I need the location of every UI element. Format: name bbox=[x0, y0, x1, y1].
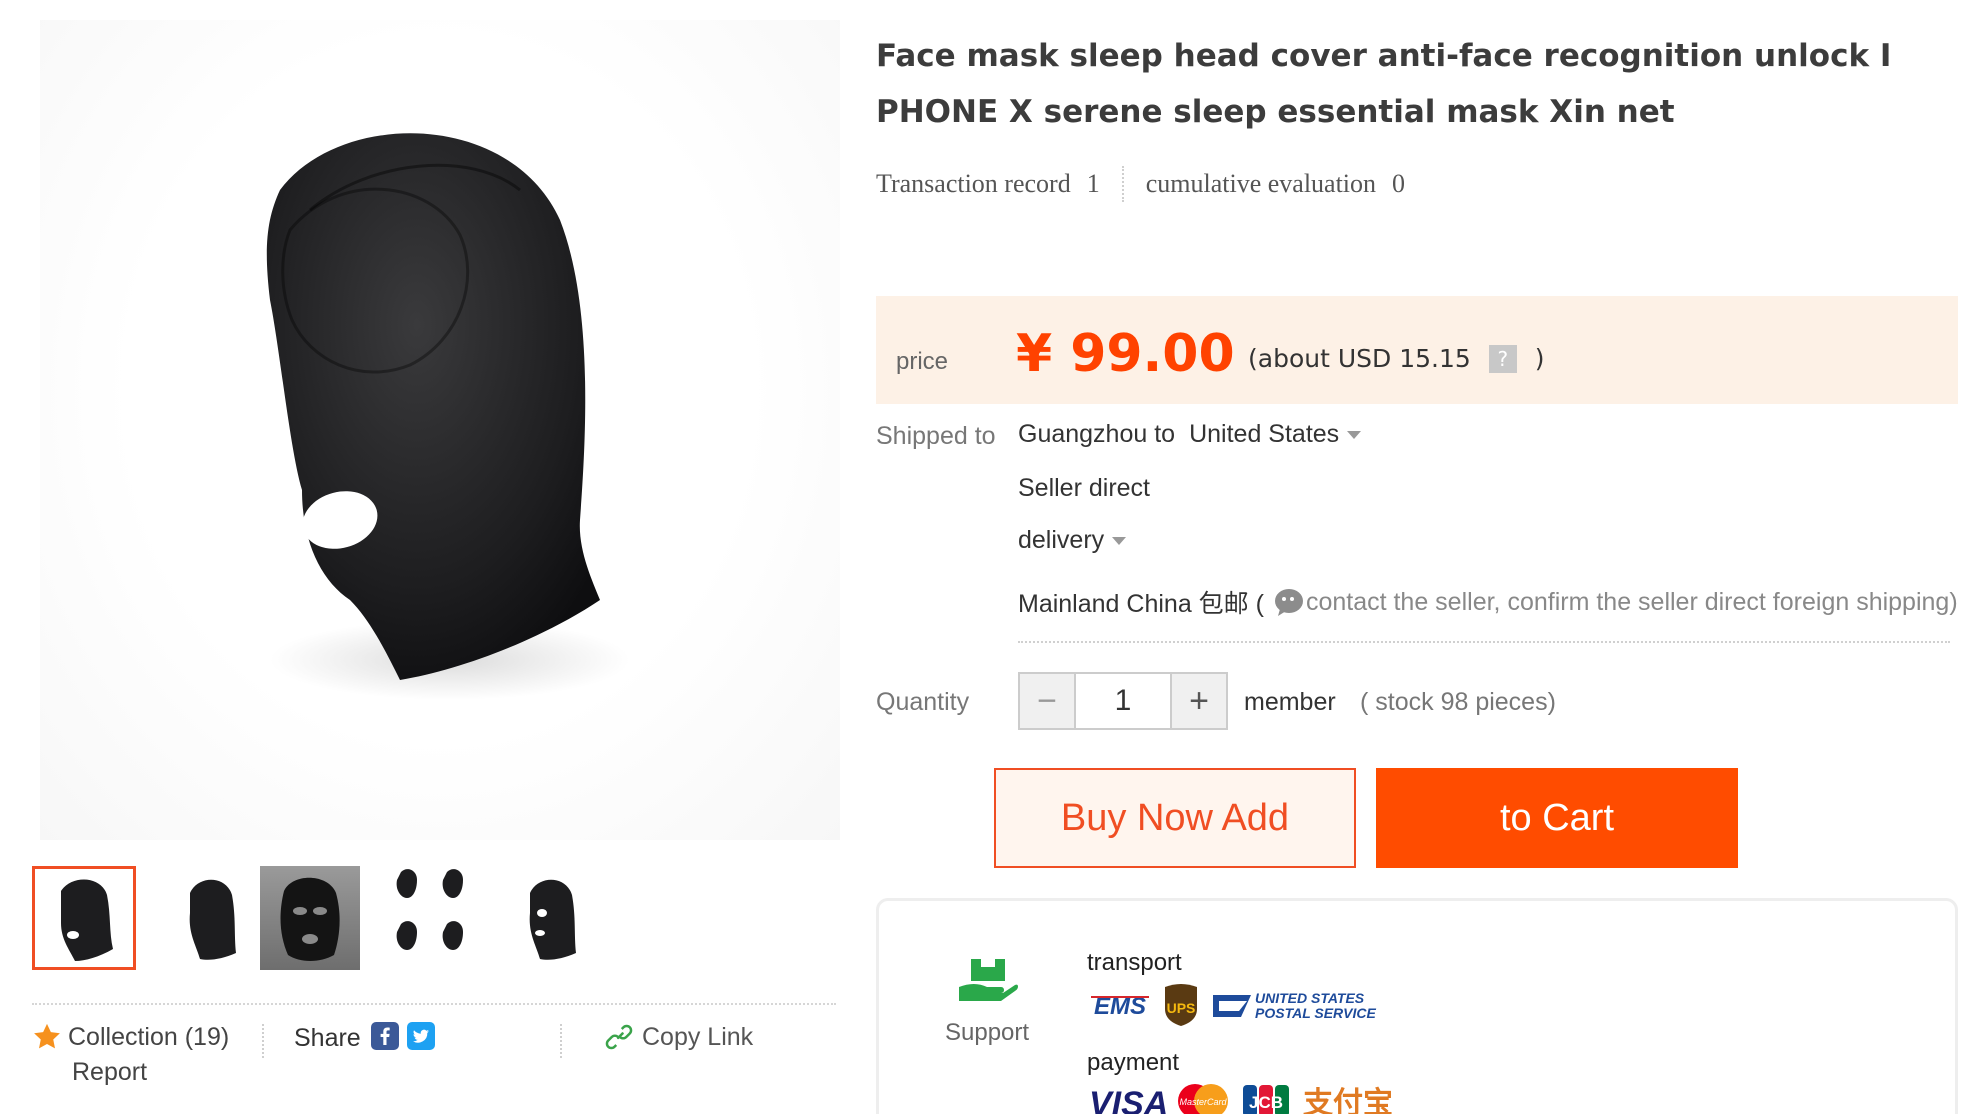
support-truck-icon bbox=[959, 959, 1018, 1001]
thumbnail-2[interactable] bbox=[158, 866, 262, 970]
shipped-to-label: Shipped to bbox=[876, 422, 996, 450]
facebook-icon[interactable] bbox=[370, 1022, 399, 1055]
shipping-origin: Guangzhou to bbox=[1018, 420, 1176, 448]
currency-symbol: ¥ bbox=[1016, 324, 1053, 384]
usd-conversion: (about USD 15.15 ? ) bbox=[1248, 344, 1545, 373]
visa-logo-icon: VISA bbox=[1089, 1085, 1168, 1114]
mask-thumb-icon bbox=[396, 869, 463, 950]
quantity-label: Quantity bbox=[876, 688, 970, 716]
transaction-count: 1 bbox=[1086, 169, 1100, 198]
share-label: Share bbox=[294, 1024, 361, 1052]
action-divider bbox=[560, 1024, 562, 1058]
transport-logos: EMS UPS UNITED STATES POSTAL SERVICE bbox=[1087, 983, 1401, 1027]
alipay-logo-icon: 支付宝 bbox=[1303, 1086, 1393, 1114]
price-amount: 99.00 bbox=[1070, 324, 1235, 384]
increment-button[interactable]: + bbox=[1172, 674, 1226, 728]
product-title: Face mask sleep head cover anti-face rec… bbox=[876, 38, 1892, 130]
usd-text: (about USD 15.15 bbox=[1248, 344, 1471, 373]
wechat-icon[interactable] bbox=[1274, 587, 1306, 617]
main-product-image[interactable] bbox=[40, 20, 840, 840]
product-stats: Transaction record 1 cumulative evaluati… bbox=[876, 166, 1405, 202]
delivery-label: delivery bbox=[1018, 526, 1105, 554]
stats-divider bbox=[1121, 166, 1124, 202]
usps-logo-line1: UNITED STATES bbox=[1255, 990, 1365, 1006]
mask-illustration bbox=[266, 133, 630, 700]
transport-title: transport bbox=[1087, 949, 1182, 976]
stock-info: ( stock 98 pieces) bbox=[1360, 688, 1556, 716]
help-icon[interactable]: ? bbox=[1488, 344, 1517, 373]
shipping-divider bbox=[1018, 641, 1950, 643]
quantity-input[interactable]: 1 bbox=[1074, 674, 1172, 728]
support-label: Support bbox=[945, 1019, 1030, 1046]
usps-logo-line2: POSTAL SERVICE bbox=[1255, 1005, 1377, 1021]
ups-logo-text: UPS bbox=[1167, 1000, 1196, 1016]
price-panel: price ¥99.00 (about USD 15.15 ? ) bbox=[876, 296, 1958, 404]
thumbnail-1[interactable] bbox=[32, 866, 136, 970]
report-label: Report bbox=[72, 1058, 148, 1086]
payment-logos: VISA MasterCard JCB 支付宝 bbox=[1087, 1081, 1401, 1114]
chevron-down-icon bbox=[1112, 536, 1127, 545]
payment-title: payment bbox=[1087, 1049, 1180, 1076]
transaction-label: Transaction record bbox=[876, 169, 1071, 198]
jcb-logo-icon: JCB bbox=[1243, 1085, 1289, 1114]
mastercard-logo-text: MasterCard bbox=[1179, 1097, 1227, 1107]
add-to-cart-button[interactable]: to Cart bbox=[1376, 768, 1738, 868]
chevron-down-icon bbox=[1347, 430, 1362, 439]
twitter-icon[interactable] bbox=[406, 1022, 435, 1055]
action-divider bbox=[262, 1024, 264, 1058]
usd-close: ) bbox=[1534, 344, 1545, 373]
shipping-region: Mainland China 包邮 ( contact the seller, … bbox=[1018, 584, 1958, 620]
link-icon bbox=[605, 1024, 633, 1050]
evaluation-count: 0 bbox=[1392, 169, 1406, 198]
collection-button[interactable]: Collection (19) bbox=[32, 1022, 229, 1052]
region-text: Mainland China 包邮 ( bbox=[1018, 590, 1264, 618]
buy-now-button[interactable]: Buy Now Add bbox=[994, 768, 1356, 868]
thumbnail-5[interactable] bbox=[500, 866, 604, 970]
usps-logo-icon: UNITED STATES POSTAL SERVICE bbox=[1213, 990, 1377, 1021]
visa-logo-text: VISA bbox=[1089, 1085, 1168, 1114]
share-group: Share bbox=[294, 1022, 435, 1055]
report-link[interactable]: Report bbox=[72, 1058, 147, 1087]
mask-thumb-icon bbox=[189, 879, 236, 960]
quantity-stepper: − 1 + bbox=[1018, 672, 1228, 730]
collection-label: Collection (19) bbox=[68, 1022, 230, 1051]
delivery-dropdown[interactable]: delivery bbox=[1018, 526, 1127, 555]
mask-thumb-icon bbox=[61, 879, 113, 961]
star-icon bbox=[34, 1023, 60, 1049]
thumbnail-4[interactable] bbox=[380, 866, 484, 970]
mask-thumb-icon bbox=[280, 877, 340, 961]
decrement-button[interactable]: − bbox=[1020, 674, 1074, 728]
price-label: price bbox=[896, 348, 949, 375]
price-value: ¥99.00 bbox=[1016, 324, 1235, 384]
destination-value: United States bbox=[1189, 420, 1340, 448]
destination-dropdown[interactable]: United States bbox=[1189, 420, 1362, 449]
copy-link-label: Copy Link bbox=[642, 1022, 754, 1051]
shipping-route: Guangzhou to United States bbox=[1018, 420, 1362, 449]
thumbnail-3[interactable] bbox=[260, 866, 360, 970]
jcb-logo-text: JCB bbox=[1249, 1093, 1283, 1112]
mastercard-logo-icon: MasterCard bbox=[1178, 1084, 1228, 1114]
quantity-unit: member bbox=[1244, 688, 1336, 716]
copy-link-button[interactable]: Copy Link bbox=[604, 1022, 753, 1052]
alipay-logo-text: 支付宝 bbox=[1303, 1086, 1393, 1114]
mask-thumb-icon bbox=[529, 879, 576, 960]
evaluation-label: cumulative evaluation bbox=[1145, 169, 1377, 198]
seller-direct: Seller direct bbox=[1018, 474, 1150, 502]
support-panel: Support transport EMS UPS UNITED STATES … bbox=[876, 898, 1958, 1114]
gallery-divider bbox=[32, 1003, 836, 1005]
ups-logo-icon: UPS bbox=[1165, 984, 1197, 1026]
ems-logo-icon: EMS bbox=[1089, 991, 1151, 1020]
contact-seller-link[interactable]: contact the seller, confirm the seller d… bbox=[1306, 588, 1958, 617]
